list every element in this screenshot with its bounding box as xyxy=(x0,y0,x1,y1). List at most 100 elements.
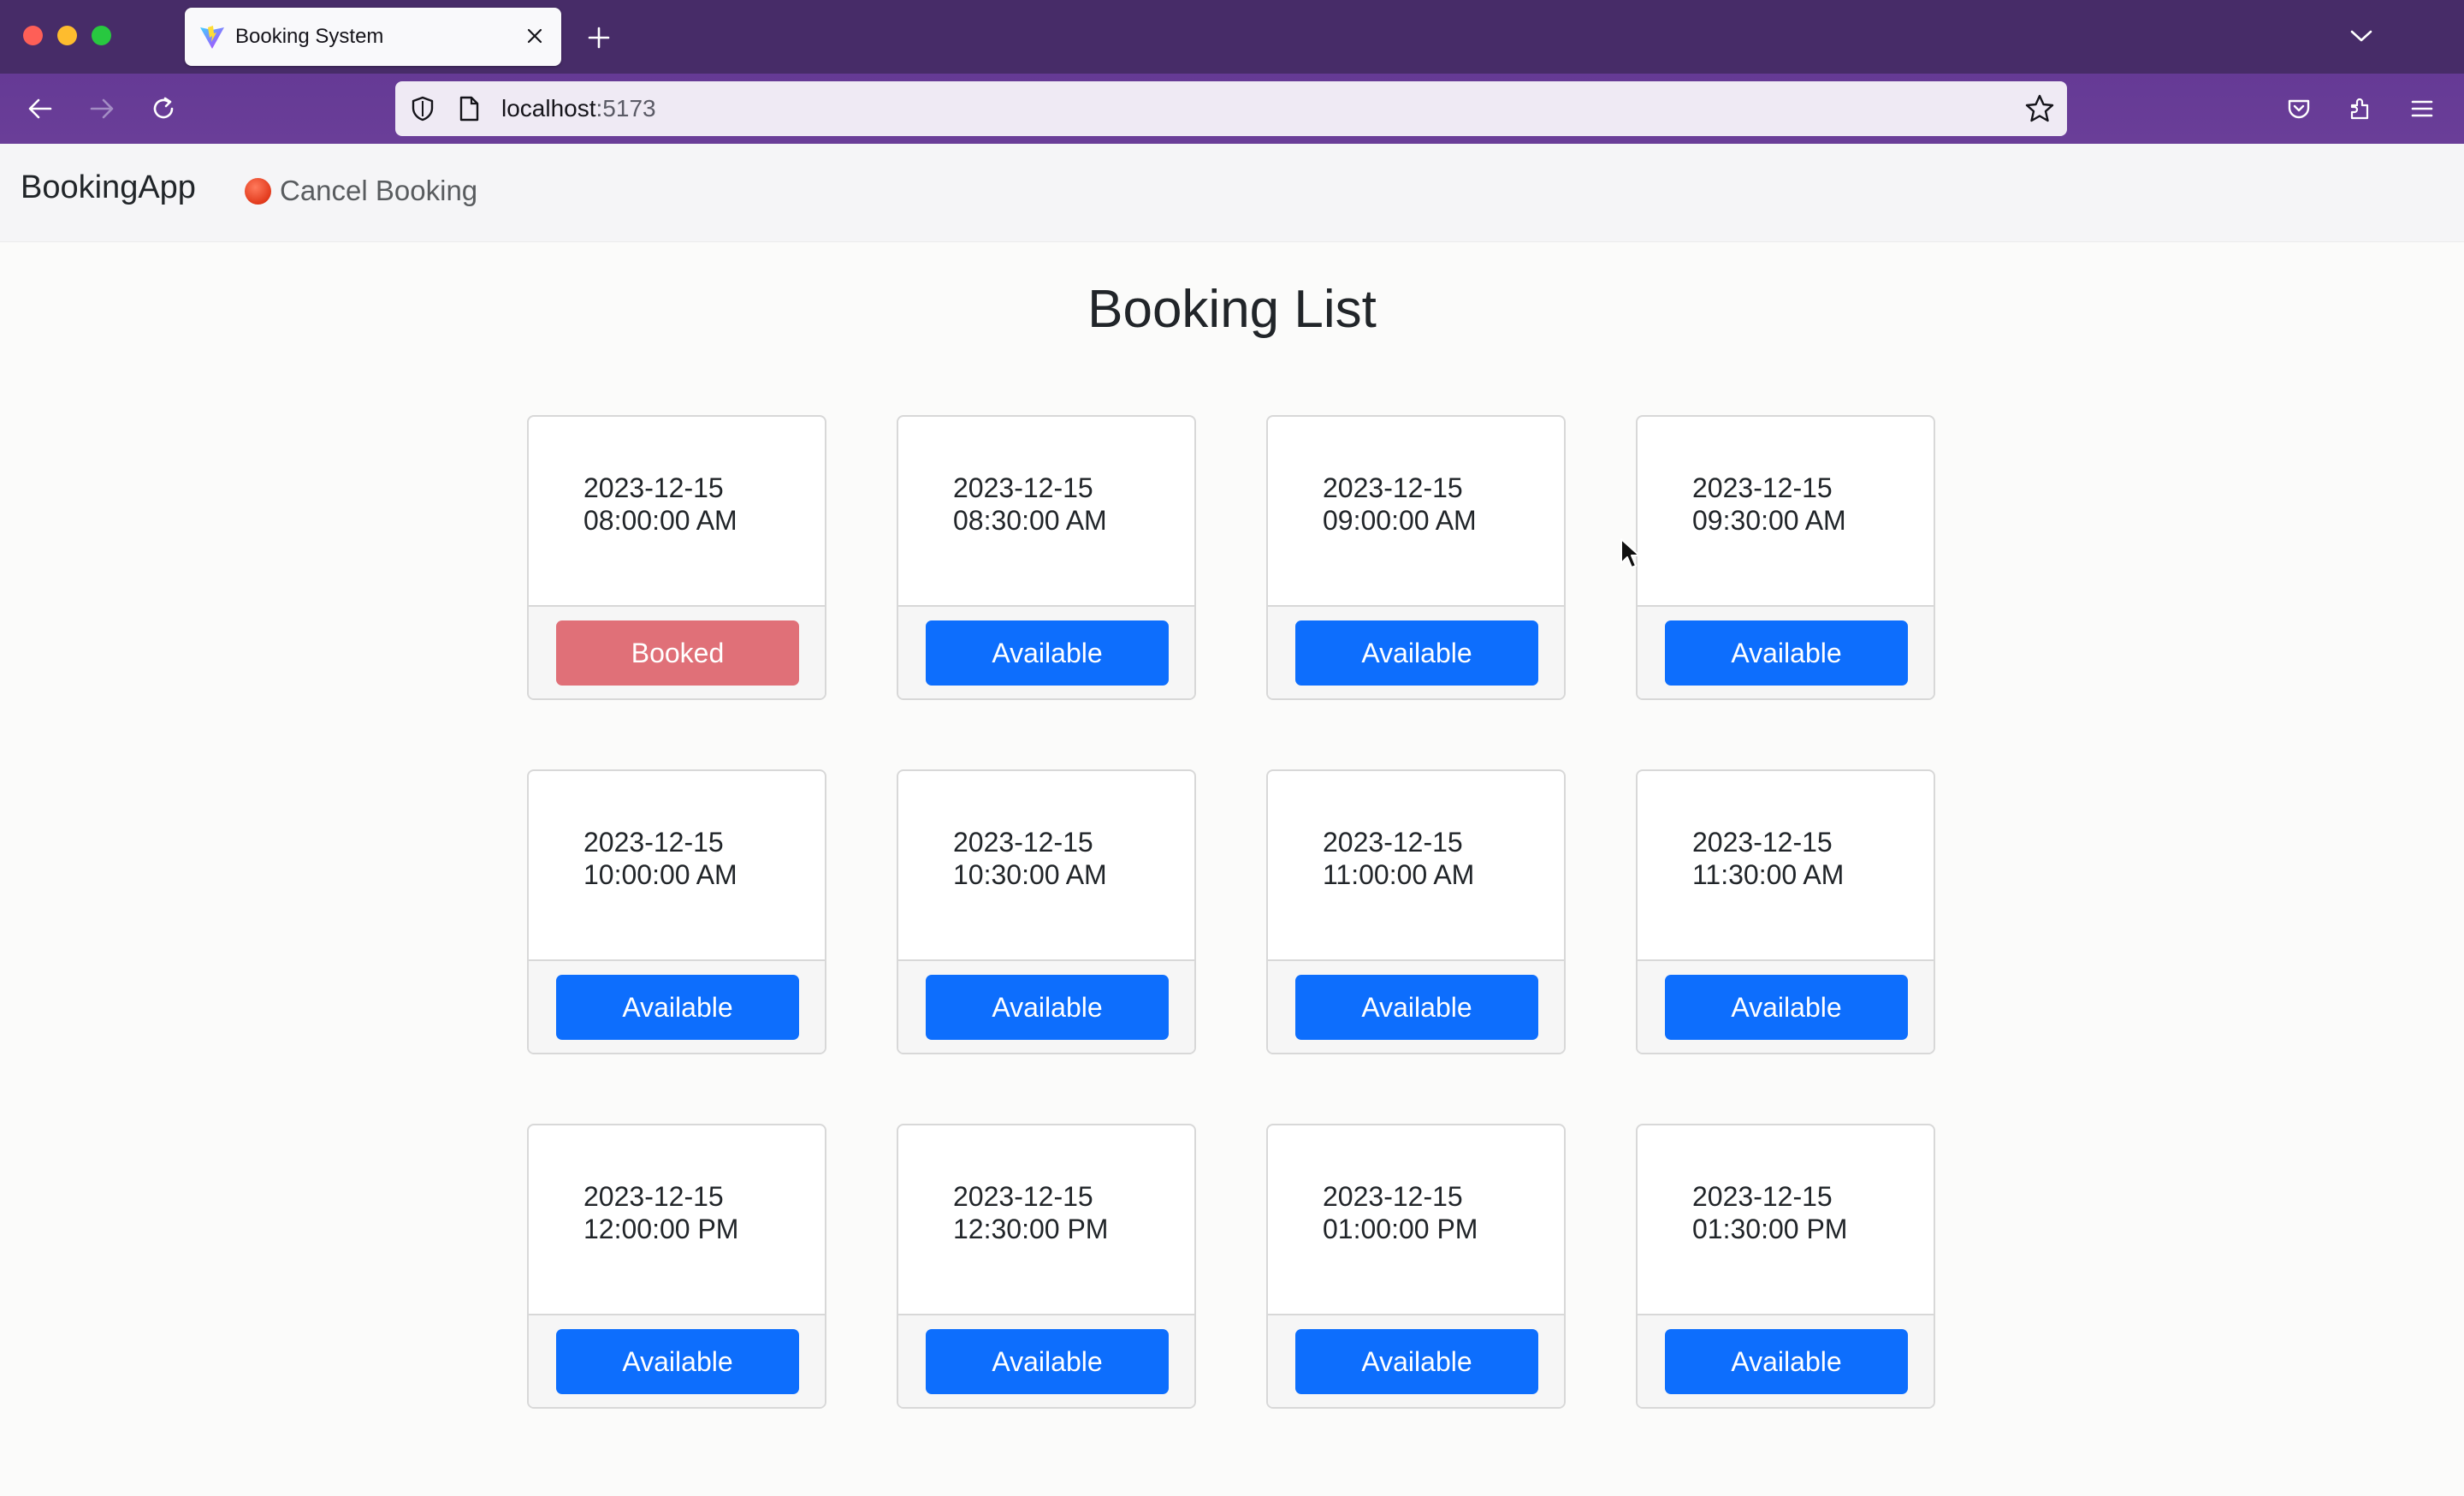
available-button[interactable]: Available xyxy=(556,1329,799,1394)
back-arrow-icon[interactable] xyxy=(22,91,58,127)
tab-title: Booking System xyxy=(235,25,384,48)
card-body: 2023-12-15 09:00:00 AM xyxy=(1268,417,1564,607)
url-host: localhost xyxy=(501,95,596,122)
available-button[interactable]: Available xyxy=(556,975,799,1040)
menu-icon[interactable] xyxy=(2404,91,2440,127)
card-body: 2023-12-15 08:30:00 AM xyxy=(898,417,1194,607)
slot-date: 2023-12-15 xyxy=(583,1181,724,1212)
address-bar[interactable]: localhost:5173 xyxy=(395,81,2067,136)
card-body: 2023-12-15 08:00:00 AM xyxy=(529,417,825,607)
card-body: 2023-12-15 10:00:00 AM xyxy=(529,771,825,961)
available-button[interactable]: Available xyxy=(1295,975,1538,1040)
card-footer: Available xyxy=(1268,961,1564,1053)
booking-card: 2023-12-15 10:30:00 AM Available xyxy=(897,769,1196,1054)
slot-date: 2023-12-15 xyxy=(1692,472,1833,503)
slot-date: 2023-12-15 xyxy=(953,472,1093,503)
slot-time: 09:00:00 AM xyxy=(1323,505,1477,536)
card-footer: Available xyxy=(1638,1315,1934,1407)
available-button[interactable]: Available xyxy=(1665,975,1908,1040)
star-icon[interactable] xyxy=(2024,93,2055,124)
close-icon[interactable] xyxy=(520,21,549,50)
slot-date: 2023-12-15 xyxy=(1692,827,1833,858)
booking-card: 2023-12-15 08:00:00 AM Booked xyxy=(527,415,826,700)
card-footer: Available xyxy=(898,1315,1194,1407)
slot-date: 2023-12-15 xyxy=(583,827,724,858)
slot-date: 2023-12-15 xyxy=(1323,1181,1463,1212)
slot-time: 08:30:00 AM xyxy=(953,505,1107,536)
window-zoom-button[interactable] xyxy=(92,26,111,45)
vite-logo-icon xyxy=(200,26,224,49)
slot-time: 12:30:00 PM xyxy=(953,1214,1109,1244)
slot-date: 2023-12-15 xyxy=(1323,827,1463,858)
slot-time: 10:30:00 AM xyxy=(953,859,1107,890)
card-footer: Available xyxy=(1638,607,1934,698)
slot-time: 01:00:00 PM xyxy=(1323,1214,1478,1244)
booking-card: 2023-12-15 11:30:00 AM Available xyxy=(1636,769,1935,1054)
card-body: 2023-12-15 10:30:00 AM xyxy=(898,771,1194,961)
booking-card: 2023-12-15 01:30:00 PM Available xyxy=(1636,1124,1935,1409)
slot-time: 01:30:00 PM xyxy=(1692,1214,1848,1244)
browser-tab[interactable]: Booking System xyxy=(185,8,561,66)
card-body: 2023-12-15 12:00:00 PM xyxy=(529,1125,825,1315)
window-minimize-button[interactable] xyxy=(57,26,77,45)
slot-date: 2023-12-15 xyxy=(583,472,724,503)
available-button[interactable]: Available xyxy=(1665,620,1908,686)
reload-icon[interactable] xyxy=(145,91,181,127)
card-body: 2023-12-15 12:30:00 PM xyxy=(898,1125,1194,1315)
booking-card: 2023-12-15 11:00:00 AM Available xyxy=(1266,769,1566,1054)
available-button[interactable]: Available xyxy=(926,1329,1169,1394)
slot-time: 09:30:00 AM xyxy=(1692,505,1846,536)
extensions-icon[interactable] xyxy=(2343,91,2378,127)
card-body: 2023-12-15 01:00:00 PM xyxy=(1268,1125,1564,1315)
card-footer: Available xyxy=(1638,961,1934,1053)
booking-card: 2023-12-15 09:30:00 AM Available xyxy=(1636,415,1935,700)
card-footer: Available xyxy=(1268,607,1564,698)
available-button[interactable]: Available xyxy=(1665,1329,1908,1394)
available-button[interactable]: Available xyxy=(926,975,1169,1040)
slot-time: 11:00:00 AM xyxy=(1323,859,1475,890)
card-footer: Available xyxy=(529,961,825,1053)
browser-titlebar: Booking System xyxy=(0,0,2464,74)
shield-icon[interactable] xyxy=(409,95,436,122)
slot-date: 2023-12-15 xyxy=(1323,472,1463,503)
card-body: 2023-12-15 11:00:00 AM xyxy=(1268,771,1564,961)
available-button[interactable]: Available xyxy=(1295,1329,1538,1394)
slot-time: 12:00:00 PM xyxy=(583,1214,739,1244)
app-navbar: BookingApp Cancel Booking xyxy=(0,144,2464,242)
booking-card: 2023-12-15 08:30:00 AM Available xyxy=(897,415,1196,700)
available-button[interactable]: Available xyxy=(1295,620,1538,686)
slot-date: 2023-12-15 xyxy=(953,827,1093,858)
window-close-button[interactable] xyxy=(23,26,43,45)
booking-card: 2023-12-15 10:00:00 AM Available xyxy=(527,769,826,1054)
card-footer: Available xyxy=(1268,1315,1564,1407)
chevron-down-icon[interactable] xyxy=(2344,19,2378,53)
page-icon[interactable] xyxy=(455,95,483,122)
booking-card: 2023-12-15 09:00:00 AM Available xyxy=(1266,415,1566,700)
card-footer: Available xyxy=(898,961,1194,1053)
card-body: 2023-12-15 11:30:00 AM xyxy=(1638,771,1934,961)
cancel-booking-label: Cancel Booking xyxy=(280,175,478,206)
brand-logo[interactable]: BookingApp xyxy=(21,169,196,206)
url-port: :5173 xyxy=(595,95,656,122)
booking-card: 2023-12-15 12:00:00 PM Available xyxy=(527,1124,826,1409)
slot-date: 2023-12-15 xyxy=(1692,1181,1833,1212)
slot-date: 2023-12-15 xyxy=(953,1181,1093,1212)
available-button[interactable]: Available xyxy=(926,620,1169,686)
card-footer: Available xyxy=(898,607,1194,698)
url-text[interactable]: localhost:5173 xyxy=(501,95,656,122)
card-footer: Available xyxy=(529,1315,825,1407)
booked-button[interactable]: Booked xyxy=(556,620,799,686)
booking-card: 2023-12-15 01:00:00 PM Available xyxy=(1266,1124,1566,1409)
pocket-icon[interactable] xyxy=(2281,91,2317,127)
forward-arrow-icon[interactable] xyxy=(84,91,120,127)
card-footer: Booked xyxy=(529,607,825,698)
cancel-booking-link[interactable]: Cancel Booking xyxy=(245,172,477,210)
stop-sign-icon xyxy=(245,177,271,205)
card-body: 2023-12-15 01:30:00 PM xyxy=(1638,1125,1934,1315)
slot-time: 08:00:00 AM xyxy=(583,505,737,536)
card-body: 2023-12-15 09:30:00 AM xyxy=(1638,417,1934,607)
page-title: Booking List xyxy=(1087,280,1377,339)
booking-card: 2023-12-15 12:30:00 PM Available xyxy=(897,1124,1196,1409)
mouse-cursor-icon xyxy=(1620,538,1640,568)
plus-icon[interactable] xyxy=(582,21,616,55)
